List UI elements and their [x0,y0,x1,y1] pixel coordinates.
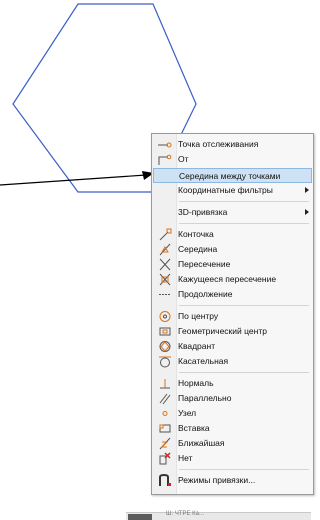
menu-item-label: Квадрант [178,341,216,351]
menu-item-coordinate-filters[interactable]: Координатные фильтры [153,183,312,198]
menu-item-label: От [178,154,189,164]
none-icon [155,451,175,466]
quadrant-icon [155,339,175,354]
menu-item-center[interactable]: По центру [153,309,312,324]
menu-item-label: Касательная [178,356,229,366]
menu-item-label: Нормаль [178,378,214,388]
extension-icon [155,287,175,302]
menu-item-parallel[interactable]: Параллельно [153,391,312,406]
menu-item-geometric-center[interactable]: Геометрический центр [153,324,312,339]
pointer-arrow-line [0,174,147,186]
menu-item-label: Нет [178,453,193,463]
intersection-icon [155,257,175,272]
menu-item-label: Координатные фильтры [178,185,273,195]
menu-separator [179,223,309,224]
menu-item-insert[interactable]: Вставка [153,421,312,436]
menu-separator [179,201,309,202]
menu-item-none[interactable]: Нет [153,451,312,466]
menu-separator [179,469,309,470]
menu-item-from[interactable]: От [153,152,312,167]
menu-item-label: Конточка [178,229,214,239]
menu-item-label: Узел [178,408,197,418]
perpendicular-icon [155,376,175,391]
taskbar-button[interactable] [128,514,152,520]
menu-item-label: Режимы привязки... [178,475,256,485]
endpoint-icon [155,227,175,242]
menu-separator [179,372,309,373]
menu-item-label: 3D-привязка [178,207,228,217]
menu-item-endpoint[interactable]: Конточка [153,227,312,242]
menu-item-tracking-point[interactable]: Точка отслеживания [153,137,312,152]
menu-item-intersection[interactable]: Пересечение [153,257,312,272]
submenu-arrow-icon [305,209,309,215]
menu-item-label: Точка отслеживания [178,139,259,149]
menu-item-tangent[interactable]: Касательная [153,354,312,369]
node-icon [155,406,175,421]
from-icon [155,152,175,167]
center-icon [155,309,175,324]
tangent-icon [155,354,175,369]
menu-item-extension[interactable]: Продолжение [153,287,312,302]
menu-item-midpoint-between[interactable]: Середина между точками [153,168,312,183]
menu-item-label: Ближайшая [178,438,225,448]
menu-item-apparent-intersection[interactable]: Кажущееся пересечение [153,272,312,287]
menu-item-label: Пересечение [178,259,231,269]
menu-item-label: По центру [178,311,219,321]
menu-item-label: Геометрический центр [178,326,267,336]
3d-snap-icon [155,205,175,220]
menu-item-osnap-settings[interactable]: Режимы привязки... [153,473,312,488]
menu-item-label: Продолжение [178,289,233,299]
insert-icon [155,421,175,436]
geometric-center-icon [155,324,175,339]
osnap-settings-icon [155,473,175,488]
menu-item-label: Параллельно [178,393,232,403]
submenu-arrow-icon [305,187,309,193]
parallel-icon [155,391,175,406]
menu-item-quadrant[interactable]: Квадрант [153,339,312,354]
coordinate-filters-icon [155,183,175,198]
menu-item-label: Кажущееся пересечение [178,274,277,284]
menu-item-midpoint[interactable]: Середина [153,242,312,257]
taskbar-text: Ш: ЧТРЕ Ка... [166,511,205,517]
tracking-point-icon [155,137,175,152]
menu-item-label: Середина [178,244,218,254]
menu-item-label: Середина между точками [179,171,281,181]
menu-item-perpendicular[interactable]: Нормаль [153,376,312,391]
menu-separator [179,305,309,306]
apparent-intersection-icon [155,272,175,287]
menu-item-nearest[interactable]: Ближайшая [153,436,312,451]
menu-item-node[interactable]: Узел [153,406,312,421]
nearest-icon [155,436,175,451]
midpoint-between-icon [156,169,176,184]
menu-item-label: Вставка [178,423,210,433]
osnap-context-menu: Точка отслеживания От Середина между точ… [151,133,314,495]
menu-item-3d-snap[interactable]: 3D-привязка [153,205,312,220]
midpoint-icon [155,242,175,257]
